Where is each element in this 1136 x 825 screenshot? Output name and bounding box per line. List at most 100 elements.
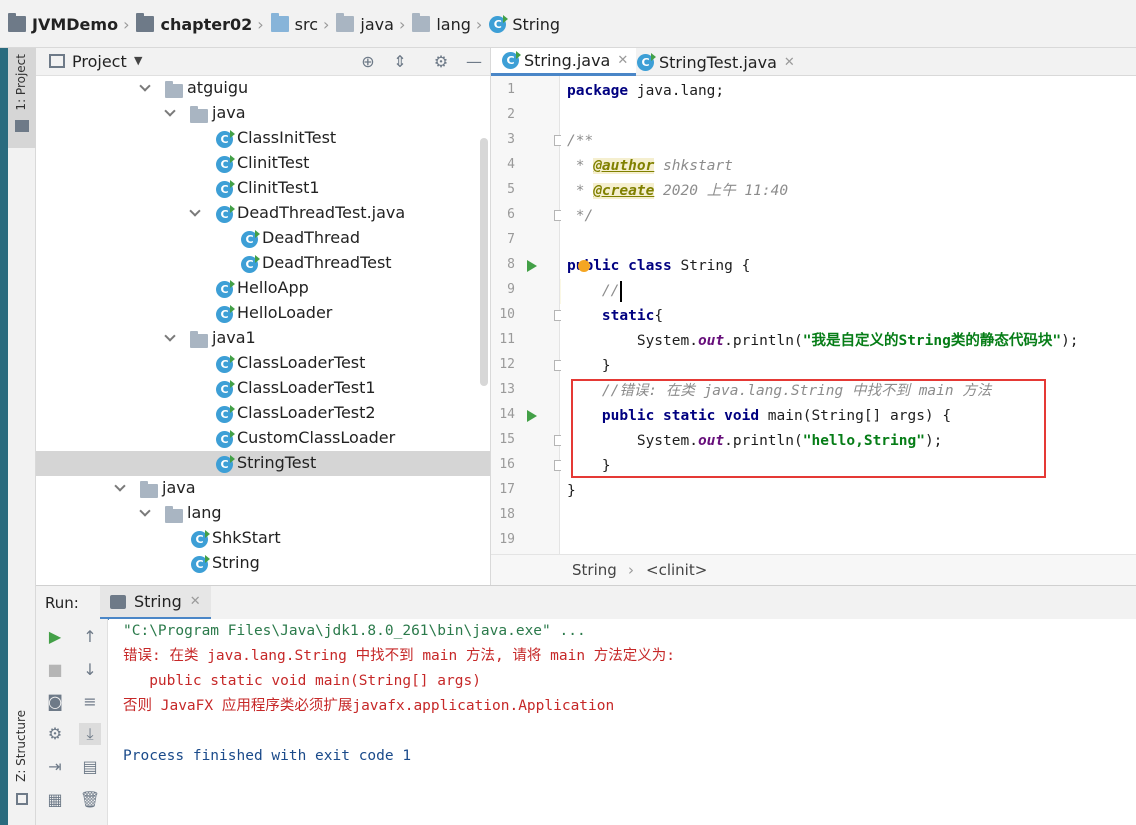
tree-item-customclassloader[interactable]: C CustomClassLoader [36, 426, 490, 451]
breadcrumb-src[interactable]: src [270, 13, 318, 35]
editor-breadcrumb-item[interactable]: String [572, 561, 617, 579]
tree-item-atguigu[interactable]: atguigu [36, 76, 490, 101]
tree-item-classinittest[interactable]: C ClassInitTest [36, 126, 490, 151]
tree-item-helloloader[interactable]: C HelloLoader [36, 301, 490, 326]
line-number: 10 [499, 307, 515, 322]
tree-item-deadthreadtest-java[interactable]: C DeadThreadTest.java [36, 201, 490, 226]
tree-item-label: DeadThread [262, 228, 361, 247]
arrow-up-icon[interactable]: ↑ [79, 626, 101, 648]
tree-item-classloadertest2[interactable]: C ClassLoaderTest2 [36, 401, 490, 426]
chevron-down-icon[interactable] [114, 481, 126, 493]
print-icon[interactable]: ▤ [79, 756, 101, 778]
soft-wrap-icon[interactable]: ≡ [79, 691, 101, 713]
code-line-9: // [567, 283, 620, 299]
line-number: 2 [507, 107, 515, 122]
tree-item-clinittest[interactable]: C ClinitTest [36, 151, 490, 176]
tree-item-lang[interactable]: lang [36, 501, 490, 526]
run-tab-string[interactable]: String ✕ [100, 586, 211, 620]
collapse-all-icon[interactable]: ⇕ [390, 52, 410, 72]
arrow-down-icon[interactable]: ↓ [79, 659, 101, 681]
settings-icon[interactable]: ⚙ [44, 723, 66, 745]
chevron-down-icon[interactable] [164, 106, 176, 118]
package-icon [140, 481, 158, 498]
console-output[interactable]: "C:\Program Files\Java\jdk1.8.0_261\bin\… [109, 619, 1136, 825]
tree-item-java1[interactable]: java1 [36, 326, 490, 351]
console-line: public static void main(String[] args) [123, 673, 481, 689]
chevron-down-icon[interactable] [139, 506, 151, 518]
tree-item-helloapp[interactable]: C HelloApp [36, 276, 490, 301]
line-number: 17 [499, 482, 515, 497]
tree-item-java[interactable]: java [36, 101, 490, 126]
layout-icon[interactable]: ▦ [44, 789, 66, 811]
breadcrumb-java[interactable]: java [336, 13, 394, 35]
gear-icon[interactable]: ⚙ [431, 52, 451, 72]
tree-item-label: ClassInitTest [237, 128, 337, 147]
tree-item-stringtest[interactable]: C StringTest [36, 451, 490, 476]
trash-icon[interactable]: 🗑 [79, 789, 101, 811]
package-icon [165, 506, 183, 523]
tree-item-label: atguigu [187, 78, 249, 97]
java-file-icon: C [216, 205, 235, 223]
chevron-down-icon[interactable] [164, 331, 176, 343]
scrollbar-thumb[interactable] [480, 138, 488, 386]
tool-tab-project-label[interactable]: 1: Project [14, 54, 28, 111]
structure-icon [16, 793, 28, 805]
camera-icon[interactable]: ◙ [44, 691, 66, 713]
tree-item-classloadertest1[interactable]: C ClassLoaderTest1 [36, 376, 490, 401]
scroll-to-end-icon[interactable]: ⤓ [79, 723, 101, 745]
tree-item-label: HelloLoader [237, 303, 333, 322]
console-icon [110, 594, 126, 609]
tree-item-classloadertest[interactable]: C ClassLoaderTest [36, 351, 490, 376]
class-icon: C [216, 380, 235, 398]
code-editor[interactable]: package java.lang; /** * @author shkstar… [561, 76, 1136, 554]
run-gutter-icon[interactable] [527, 260, 537, 272]
line-number: 5 [507, 182, 515, 197]
locate-icon[interactable]: ⊕ [358, 52, 378, 72]
line-number: 12 [499, 357, 515, 372]
project-panel-header: Project ▼ ⊕ ⇕ ⚙ — [36, 48, 490, 76]
code-text: java.lang; [628, 83, 725, 99]
stop-icon[interactable]: ■ [44, 659, 66, 681]
class-icon: C [216, 130, 235, 148]
tree-item-string[interactable]: C String [36, 551, 490, 576]
rerun-icon[interactable]: ▶ [44, 626, 66, 648]
login-icon[interactable]: ⇥ [44, 756, 66, 778]
tab-string-java[interactable]: C String.java ✕ [491, 48, 637, 76]
close-icon[interactable]: ✕ [190, 594, 201, 609]
code-text: ); [1061, 333, 1079, 349]
breadcrumb-project[interactable]: JVMDemo [8, 13, 118, 35]
chevron-down-icon[interactable]: ▼ [134, 54, 142, 67]
lightbulb-icon[interactable] [578, 260, 590, 272]
javadoc-tag: @author [593, 158, 655, 174]
minimize-icon[interactable]: — [464, 52, 484, 72]
editor-breadcrumb-item[interactable]: <clinit> [646, 561, 707, 579]
breadcrumb-lang[interactable]: lang [412, 13, 471, 35]
breadcrumb-string[interactable]: C String [489, 13, 560, 35]
project-panel-title[interactable]: Project [72, 52, 127, 71]
console-line: "C:\Program Files\Java\jdk1.8.0_261\bin\… [123, 623, 586, 639]
breadcrumb-module[interactable]: chapter02 [136, 13, 252, 35]
package-icon [190, 331, 208, 348]
code-text: shkstart [654, 158, 733, 174]
window-edge [0, 0, 8, 825]
line-number: 6 [507, 207, 515, 222]
chevron-down-icon[interactable] [139, 81, 151, 93]
run-tab-label: String [134, 592, 182, 611]
console-line: 否则 JavaFX 应用程序类必须扩展javafx.application.Ap… [123, 698, 615, 714]
folder-icon [412, 13, 431, 32]
tree-item-deadthreadtest[interactable]: C DeadThreadTest [36, 251, 490, 276]
line-number: 11 [499, 332, 515, 347]
tree-item-deadthread[interactable]: C DeadThread [36, 226, 490, 251]
run-label: Run: [45, 594, 79, 612]
tree-item-java-2[interactable]: java [36, 476, 490, 501]
run-gutter-icon[interactable] [527, 410, 537, 422]
tree-item-label: CustomClassLoader [237, 428, 396, 447]
code-line-1: package java.lang; [567, 79, 724, 104]
tool-tab-structure[interactable]: Z: Structure [14, 710, 28, 782]
chevron-down-icon[interactable] [189, 206, 201, 218]
code-line-3: /** [567, 133, 594, 149]
tab-stringtest-java[interactable]: C StringTest.java ✕ [626, 48, 803, 76]
tree-item-shkstart[interactable]: C ShkStart [36, 526, 490, 551]
tree-item-clinittest1[interactable]: C ClinitTest1 [36, 176, 490, 201]
close-icon[interactable]: ✕ [784, 55, 795, 70]
